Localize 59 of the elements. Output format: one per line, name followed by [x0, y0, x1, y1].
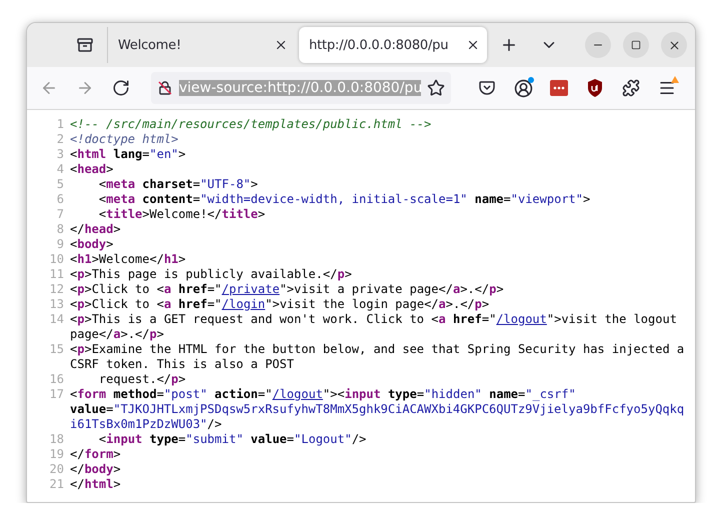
- line-number: 18: [48, 432, 64, 447]
- close-tab-icon[interactable]: [274, 38, 288, 52]
- browser-tab[interactable]: http://0.0.0.0:8080/pu: [299, 27, 487, 63]
- code-line: </html>: [70, 477, 122, 492]
- line-number: 2: [56, 132, 64, 147]
- code-line: </body>: [70, 462, 122, 477]
- line-number: 16: [48, 372, 64, 387]
- code-line: <title>Welcome!</title>: [98, 207, 266, 222]
- insecure-lock-icon[interactable]: [157, 80, 173, 96]
- bookmark-star-icon[interactable]: [427, 79, 445, 97]
- line-number: 14: [48, 312, 64, 328]
- source-link[interactable]: /logout: [496, 312, 547, 326]
- line-number: 15: [48, 342, 64, 358]
- line-number: 7: [56, 207, 64, 222]
- code-line: <p>This is a GET request and won't work. Click to <a href="/logout">visit the logout page</a>.</p>: [70, 312, 678, 342]
- close-icon: [668, 38, 680, 52]
- line-number: 19: [48, 447, 64, 462]
- code-line: <meta content="width=device-width, initial-scale=1" name="viewport">: [98, 192, 592, 207]
- line-number: 12: [48, 282, 64, 297]
- line-number: 20: [48, 462, 64, 477]
- maximize-icon: [631, 40, 641, 50]
- close-tab-icon[interactable]: [466, 38, 480, 52]
- code-line: request.</p>: [98, 372, 187, 387]
- code-line: </head>: [70, 222, 122, 237]
- code-line: <head>: [70, 162, 114, 177]
- code-line: <p>Click to <a href="/private">visit a private page</a>.</p>: [70, 282, 505, 297]
- code-line: <!-- /src/main/resources/templates/public.html -->: [70, 117, 432, 132]
- code-line: <p>Click to <a href="/login">visit the login page</a>.</p>: [70, 297, 490, 312]
- line-number: 3: [56, 147, 64, 162]
- close-button[interactable]: [661, 32, 687, 58]
- browser-tab[interactable]: Welcome!: [107, 27, 295, 63]
- line-number: 13: [48, 297, 64, 312]
- line-number: 17: [48, 387, 64, 403]
- menu-icon[interactable]: [658, 79, 676, 97]
- line-number: 1: [56, 117, 64, 132]
- code-line: <meta charset="UTF-8">: [98, 177, 259, 192]
- line-number: 5: [56, 177, 64, 192]
- code-line: <input type="submit" value="Logout"/>: [98, 432, 368, 447]
- line-number: 11: [48, 267, 64, 282]
- line-number: 10: [48, 252, 64, 267]
- reload-icon[interactable]: [112, 79, 130, 97]
- code-line: </form>: [70, 447, 122, 462]
- line-number: 21: [48, 477, 64, 492]
- source-link[interactable]: /login: [222, 297, 266, 311]
- source-link[interactable]: /private: [222, 282, 280, 296]
- update-badge-icon: [671, 76, 679, 83]
- line-number: 6: [56, 192, 64, 207]
- code-line: <html lang="en">: [70, 147, 187, 162]
- line-number: 4: [56, 162, 64, 177]
- line-number: 8: [56, 222, 64, 237]
- code-line: <body>: [70, 237, 114, 252]
- line-number: 9: [56, 237, 64, 252]
- code-line: <p>This page is publicly available.</p>: [70, 267, 353, 282]
- maximize-button[interactable]: [623, 32, 649, 58]
- notification-dot: [528, 77, 534, 83]
- source-link[interactable]: /logout: [272, 387, 323, 401]
- code-line: <h1>Welcome</h1>: [70, 252, 187, 267]
- code-line: <!doctype html>: [70, 132, 180, 147]
- new-tab-icon[interactable]: [500, 36, 518, 54]
